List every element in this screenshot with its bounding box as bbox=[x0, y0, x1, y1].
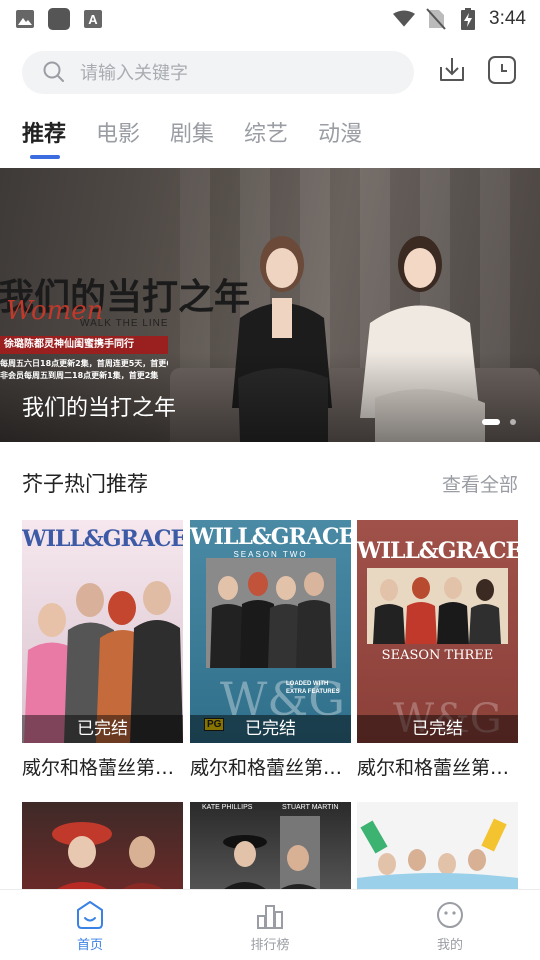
history-icon bbox=[487, 55, 517, 89]
poster-actor-2: STUART MARTIN bbox=[282, 804, 339, 811]
banner-carousel[interactable]: 我们的当打之年 Women WALK THE LINE 徐璐陈都灵神仙闺蜜携手同… bbox=[0, 168, 540, 442]
no-sim-icon bbox=[425, 8, 447, 30]
view-all-link[interactable]: 查看全部 bbox=[442, 470, 518, 497]
poster-logo: WILL&GRACE bbox=[190, 524, 351, 550]
poster-logo: WILL&GRACE bbox=[22, 526, 183, 552]
media-card[interactable]: WILL&GRACE SEASON TWO LOADED WITH EXTRA … bbox=[190, 520, 351, 780]
a-icon: A bbox=[82, 8, 104, 30]
poster-tagline: 徐璐陈都灵神仙闺蜜携手同行 bbox=[0, 336, 168, 354]
card-status: 已完结 bbox=[357, 715, 518, 743]
card-title: 威尔和格蕾丝第… bbox=[357, 757, 510, 779]
bottom-nav: 首页 排行榜 我的 bbox=[0, 889, 540, 960]
ranking-icon bbox=[255, 900, 285, 930]
section-title: 芥子热门推荐 bbox=[22, 472, 148, 496]
status-time: 3:44 bbox=[489, 8, 526, 29]
home-icon bbox=[75, 900, 105, 930]
media-card[interactable] bbox=[22, 802, 183, 892]
media-card[interactable]: WILL&GRACE 已完结 威尔和格蕾丝第… bbox=[22, 520, 183, 780]
card-poster bbox=[220, 816, 322, 892]
card-poster: WILL&GRACE 已完结 bbox=[22, 520, 183, 743]
carousel-dot[interactable] bbox=[510, 419, 516, 425]
category-tabs: 推荐 电影 剧集 综艺 动漫 bbox=[22, 116, 362, 160]
tab-anime[interactable]: 动漫 bbox=[318, 116, 362, 160]
svg-text:A: A bbox=[88, 12, 98, 27]
poster-cast bbox=[367, 568, 508, 644]
search-placeholder: 请输入关键字 bbox=[80, 63, 188, 84]
tab-series[interactable]: 剧集 bbox=[170, 116, 214, 160]
tab-indicator bbox=[30, 155, 60, 159]
wifi-icon bbox=[393, 8, 416, 30]
nav-label: 首页 bbox=[76, 938, 103, 953]
nav-ranking[interactable]: 排行榜 bbox=[180, 890, 360, 960]
carousel-dot-active[interactable] bbox=[482, 419, 500, 425]
nav-label: 我的 bbox=[436, 938, 463, 953]
tab-label: 推荐 bbox=[22, 122, 67, 147]
media-card[interactable]: WILL&GRACE SEASON THREE W&G 已完结 威尔和格蕾丝第… bbox=[357, 520, 518, 780]
poster-season: SEASON THREE bbox=[381, 648, 494, 663]
card-poster bbox=[357, 818, 518, 892]
poster-actor-1: KATE PHILLIPS bbox=[202, 804, 253, 811]
media-card[interactable] bbox=[357, 802, 518, 892]
search-row: 请输入关键字 bbox=[22, 50, 520, 94]
tab-label: 剧集 bbox=[170, 122, 215, 147]
poster-english-title: WALK THE LINE bbox=[80, 318, 169, 329]
card-poster: WILL&GRACE SEASON THREE W&G 已完结 bbox=[357, 520, 518, 743]
nav-profile[interactable]: 我的 bbox=[360, 890, 540, 960]
tab-movies[interactable]: 电影 bbox=[96, 116, 140, 160]
history-button[interactable] bbox=[486, 56, 518, 88]
tab-label: 电影 bbox=[96, 122, 141, 147]
battery-charging-icon bbox=[457, 8, 479, 30]
media-card[interactable]: KATE PHILLIPS STUART MARTIN bbox=[190, 802, 351, 892]
nav-label: 排行榜 bbox=[250, 938, 290, 953]
banner-caption: 我们的当打之年 bbox=[22, 396, 177, 421]
image-icon bbox=[14, 8, 36, 30]
card-title: 威尔和格蕾丝第… bbox=[190, 757, 343, 779]
search-icon bbox=[42, 60, 66, 84]
tab-variety[interactable]: 综艺 bbox=[244, 116, 288, 160]
tab-recommend[interactable]: 推荐 bbox=[22, 116, 66, 160]
poster-logo: WILL&GRACE bbox=[357, 538, 518, 564]
card-title: 威尔和格蕾丝第… bbox=[22, 757, 175, 779]
status-bar: A 3:44 bbox=[0, 0, 540, 38]
carousel-dots bbox=[482, 419, 516, 425]
tab-label: 综艺 bbox=[244, 122, 289, 147]
poster-schedule-1: 每周五六日18点更新2集，首周连更5天，首更6集 bbox=[0, 359, 168, 368]
card-poster bbox=[52, 822, 168, 892]
poster-schedule-2: 非会员每周五到周二18点更新1集，首更2集 bbox=[0, 371, 159, 380]
download-icon bbox=[437, 55, 467, 89]
download-button[interactable] bbox=[436, 56, 468, 88]
search-input[interactable]: 请输入关键字 bbox=[22, 50, 414, 94]
card-poster: WILL&GRACE SEASON TWO LOADED WITH EXTRA … bbox=[190, 520, 351, 743]
profile-icon bbox=[435, 900, 465, 930]
poster-cast bbox=[206, 558, 336, 668]
nav-home[interactable]: 首页 bbox=[0, 890, 180, 960]
card-status: 已完结 bbox=[190, 715, 351, 743]
tab-label: 动漫 bbox=[318, 122, 363, 147]
app-icon bbox=[48, 8, 70, 30]
card-status: 已完结 bbox=[22, 715, 183, 743]
